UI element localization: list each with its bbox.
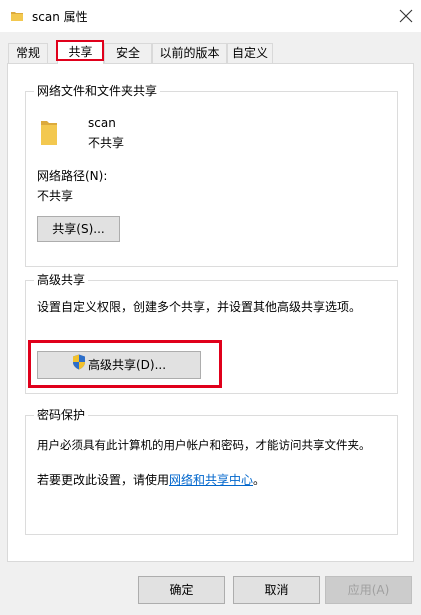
advanced-button-highlight-box: [28, 340, 222, 388]
cancel-button[interactable]: 取消: [233, 576, 320, 604]
window-title: scan 属性: [32, 10, 88, 24]
group-label: 密码保护: [34, 407, 89, 423]
share-button[interactable]: 共享(S)...: [37, 216, 120, 242]
network-sharing-group: 网络文件和文件夹共享 scan 不共享 网络路径(N): 不共享 共享(S)..…: [25, 83, 398, 267]
tab-previous-versions[interactable]: 以前的版本: [152, 43, 227, 63]
apply-button[interactable]: 应用(A): [325, 576, 412, 604]
ok-button[interactable]: 确定: [138, 576, 225, 604]
change-setting-text: 若要更改此设置，请使用网络和共享中心。: [37, 472, 265, 488]
tab-customize[interactable]: 自定义: [227, 43, 273, 63]
tab-highlight-box: [56, 40, 104, 61]
password-protection-description: 用户必须具有此计算机的用户帐户和密码，才能访问共享文件夹。: [37, 438, 371, 452]
folder-icon: [10, 9, 24, 23]
folder-icon: [39, 117, 59, 150]
change-setting-suffix: 。: [253, 473, 266, 487]
password-protection-group: 密码保护 用户必须具有此计算机的用户帐户和密码，才能访问共享文件夹。 若要更改此…: [25, 407, 398, 535]
close-button[interactable]: [391, 0, 421, 32]
folder-share-status: 不共享: [88, 136, 125, 150]
tab-general[interactable]: 常规: [8, 43, 48, 63]
group-label: 高级共享: [34, 272, 89, 288]
tab-security[interactable]: 安全: [104, 43, 152, 63]
title-bar: scan 属性: [0, 0, 421, 32]
network-path-value: 不共享: [37, 189, 74, 203]
folder-name: scan: [88, 116, 116, 130]
network-path-label: 网络路径(N):: [37, 169, 108, 183]
network-sharing-center-link[interactable]: 网络和共享中心: [169, 473, 253, 487]
group-label: 网络文件和文件夹共享: [34, 83, 161, 99]
advanced-sharing-description: 设置自定义权限，创建多个共享，并设置其他高级共享选项。: [37, 300, 362, 314]
sharing-panel: 网络文件和文件夹共享 scan 不共享 网络路径(N): 不共享 共享(S)..…: [7, 63, 414, 562]
change-setting-prefix: 若要更改此设置，请使用: [37, 473, 170, 487]
